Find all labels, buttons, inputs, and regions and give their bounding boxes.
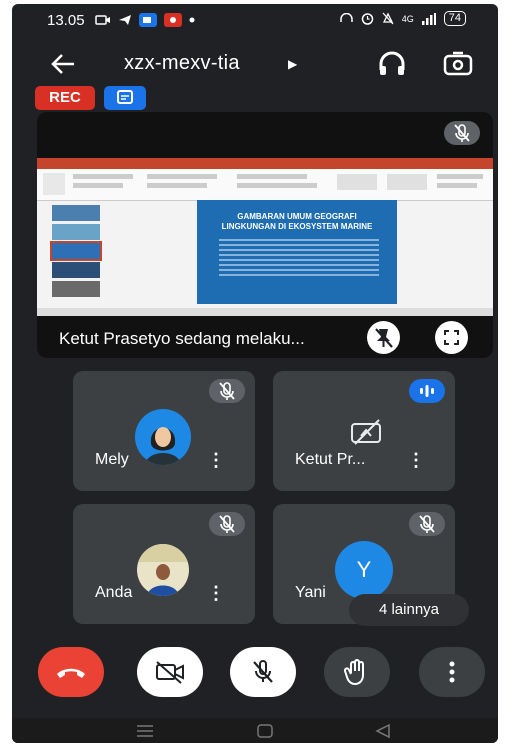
- more-options-icon[interactable]: ⋮: [207, 583, 225, 604]
- participant-tile[interactable]: Mely ⋮: [73, 371, 255, 491]
- slide-text-line: [219, 259, 379, 261]
- mic-toggle-button[interactable]: [230, 647, 296, 697]
- android-nav-bar: [12, 718, 498, 743]
- mute-indicator: [409, 512, 445, 536]
- participant-name: Ketut Pr...: [295, 451, 366, 468]
- slide-text-line: [219, 269, 379, 271]
- slide-text-line: [219, 244, 379, 246]
- mute-indicator: [209, 379, 245, 403]
- slide-thumbnail: [52, 262, 100, 278]
- presenting-caption: Ketut Prasetyo sedang melaku...: [59, 329, 305, 348]
- transcript-icon: [117, 90, 133, 104]
- slide-text-line: [219, 239, 379, 241]
- avatar-photo: [135, 409, 191, 465]
- current-slide: GAMBARAN UMUM GEOGRAFI LINGKUNGAN DI EKO…: [197, 200, 397, 304]
- fullscreen-button[interactable]: [435, 321, 468, 354]
- more-options-icon[interactable]: ⋮: [407, 450, 425, 471]
- more-participants-button[interactable]: 4 lainnya: [349, 594, 469, 626]
- switch-camera-icon[interactable]: [442, 50, 474, 78]
- slide-thumbnail: [52, 224, 100, 240]
- participant-name: Anda: [95, 584, 133, 601]
- mic-off-icon: [219, 382, 235, 400]
- battery-indicator: 74: [443, 11, 466, 26]
- camera-off-icon: [351, 419, 381, 445]
- avatar-photo: [137, 544, 189, 596]
- silent-icon: [382, 12, 394, 25]
- recent-apps-icon[interactable]: [136, 724, 154, 738]
- slide-thumbnail: [50, 241, 102, 261]
- avatar-initial: Y: [335, 541, 393, 599]
- meeting-header: xzx-mexv-tia ▶: [12, 46, 498, 86]
- app-notification-icon: [163, 13, 182, 27]
- mute-indicator: [209, 512, 245, 536]
- more-options-button[interactable]: [419, 647, 485, 697]
- unpin-button[interactable]: [367, 321, 400, 354]
- mic-off-icon: [219, 515, 235, 533]
- participant-name: Yani: [295, 584, 326, 601]
- slide-text-line: [219, 249, 379, 251]
- hand-icon: [343, 659, 364, 686]
- slide-thumbnails: [40, 202, 102, 312]
- back-arrow-icon[interactable]: [50, 52, 76, 76]
- mic-off-icon: [419, 515, 435, 533]
- powerpoint-title-bar: [37, 158, 493, 169]
- mic-off-icon: [454, 124, 470, 142]
- meeting-code[interactable]: xzx-mexv-tia: [124, 52, 240, 75]
- end-call-button[interactable]: [38, 647, 104, 697]
- hang-up-icon: [57, 668, 85, 678]
- network-type: 4G: [401, 13, 414, 24]
- home-icon[interactable]: [256, 723, 274, 739]
- pin-off-icon: [375, 328, 393, 348]
- participant-tile[interactable]: Ketut Pr... ⋮: [273, 371, 455, 491]
- participant-tile[interactable]: Anda ⋮: [73, 504, 255, 624]
- status-bar: 13.05 4G 74: [12, 4, 498, 36]
- powerpoint-status-bar: [37, 308, 493, 316]
- alarm-icon: [361, 13, 373, 25]
- slide-text-line: [219, 264, 379, 266]
- more-vert-icon: [449, 661, 455, 683]
- back-nav-icon[interactable]: [374, 723, 392, 739]
- audio-level-icon: [420, 385, 434, 397]
- speaking-indicator: [409, 379, 445, 403]
- phone-screen: 13.05 4G 74 xzx-mexv-tia ▶ REC GAMBARAN …: [12, 4, 498, 743]
- signal-icon: [421, 12, 436, 25]
- avatar: [135, 409, 191, 465]
- transcript-badge: [104, 86, 146, 110]
- slide-title-line1: GAMBARAN UMUM GEOGRAFI: [237, 212, 357, 221]
- ribbon-controls-graphic: [43, 173, 483, 195]
- video-notification-icon: [94, 15, 110, 25]
- meeting-info-caret-icon[interactable]: ▶: [288, 57, 297, 71]
- more-options-icon[interactable]: ⋮: [207, 450, 225, 471]
- fullscreen-icon: [444, 330, 459, 345]
- video-off-icon: [156, 661, 184, 684]
- recording-badge: REC: [35, 86, 95, 110]
- participant-name: Mely: [95, 451, 129, 468]
- dot-icon: [189, 17, 195, 23]
- presenter-mute-indicator: [444, 121, 480, 145]
- telegram-icon: [118, 15, 131, 25]
- shared-screen: GAMBARAN UMUM GEOGRAFI LINGKUNGAN DI EKO…: [37, 158, 493, 316]
- meet-notification-icon: [138, 13, 157, 27]
- slide-text-line: [219, 254, 379, 256]
- mic-off-icon: [253, 660, 273, 683]
- slide-thumbnail: [52, 205, 100, 221]
- status-time: 13.05: [47, 11, 85, 29]
- powerpoint-ribbon: [37, 169, 493, 201]
- camera-toggle-button[interactable]: [137, 647, 203, 697]
- slide-title-line2: LINGKUNGAN DI EKOSYSTEM MARINE: [221, 222, 373, 231]
- slide-thumbnail: [52, 281, 100, 297]
- raise-hand-button[interactable]: [324, 647, 390, 697]
- headset-status-icon: [339, 12, 353, 22]
- avatar: [137, 544, 189, 596]
- audio-output-icon[interactable]: [377, 50, 407, 78]
- slide-text-line: [219, 274, 379, 276]
